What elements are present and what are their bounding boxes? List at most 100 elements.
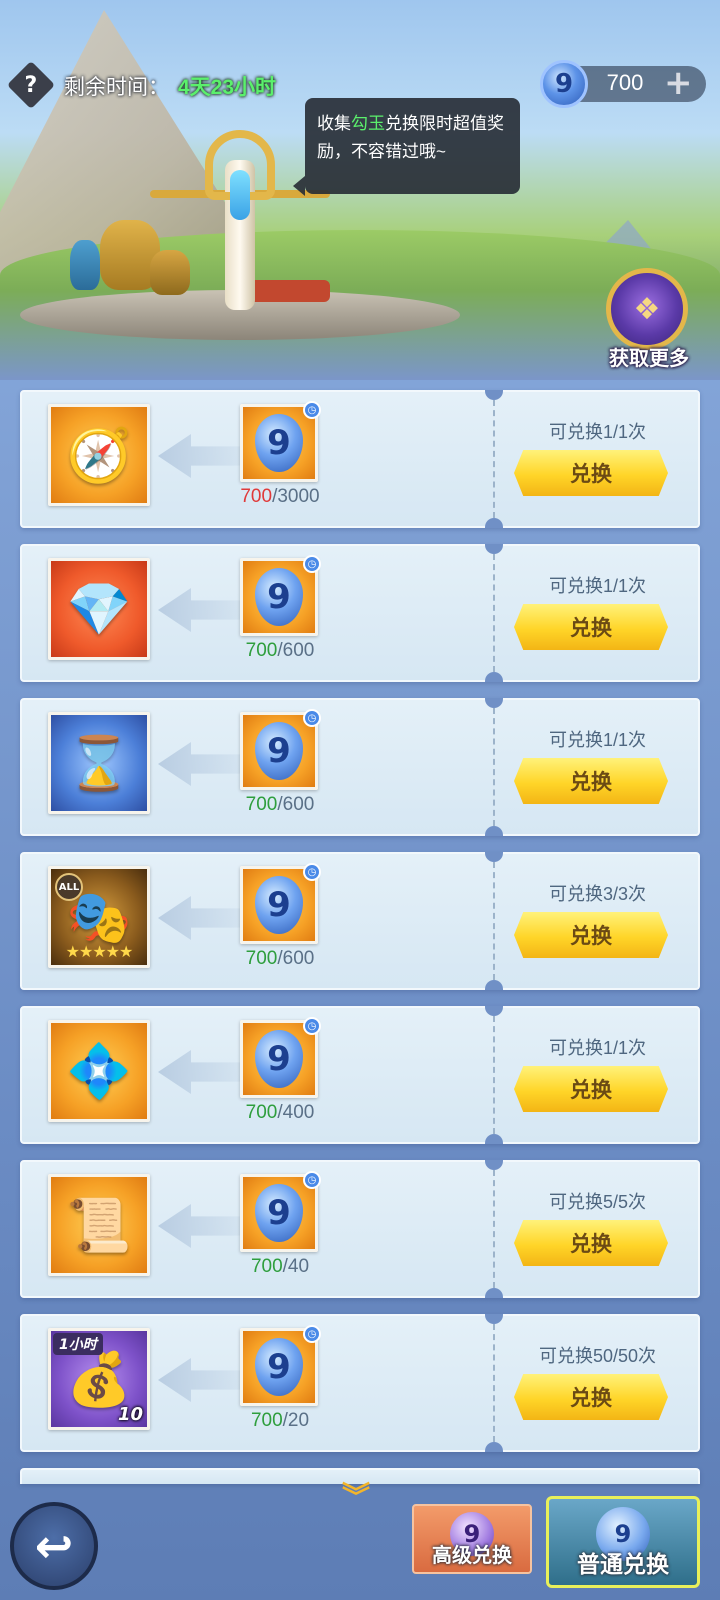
ticket-notch [485,1006,503,1016]
cost-item[interactable]: 9 ◷ [240,709,321,790]
exchange-limit: 可兑换1/1次 [548,422,647,442]
ticket-notch [485,826,503,836]
exchange-button[interactable]: 兑换 [514,758,668,804]
hourglass-icon: ⌛ [66,733,132,794]
ticket-notch [485,518,503,528]
reward-item[interactable]: ⌛ [48,712,150,814]
cost-progress: 700/20 [250,1410,310,1431]
exchange-list[interactable]: 🧭 9 ◷ 700/3000 可兑换1/1次 兑换 💎 9 ◷ 700/600 … [20,390,700,1484]
owned-amount: 700 [250,1410,283,1431]
star-rating: ★★★★★ [65,942,134,961]
reward-item[interactable]: 💰 1小时 10 [48,1328,150,1430]
owned-amount: 700 [245,948,278,969]
exchange-button[interactable]: 兑换 [514,912,668,958]
reward-item[interactable]: 💠 [48,1020,150,1122]
clock-icon: ◷ [303,709,321,727]
ticket-notch [485,390,503,400]
magatama-icon: 9 [255,568,303,626]
tooltip-prefix: 收集 [317,114,351,133]
clock-icon: ◷ [303,1171,321,1189]
magatama-icon: 9 [255,876,303,934]
vase-illustration [70,240,100,290]
exchange-button[interactable]: 兑换 [514,1374,668,1420]
owned-amount: 700 [240,486,273,507]
exchange-row: 📜 9 ◷ 700/40 可兑换5/5次 兑换 [20,1160,700,1298]
exchange-button[interactable]: 兑换 [514,1066,668,1112]
magatama-icon: 9 [540,60,588,108]
cost-progress: 700/3000 [240,486,320,507]
required-amount: 600 [282,948,315,969]
ticket-notch [485,1442,503,1452]
ticket-notch [485,1314,503,1324]
ticket-notch [485,1134,503,1144]
cost-item[interactable]: 9 ◷ [240,401,321,482]
blue-crystal-icon: 💎 [66,579,132,640]
tab-label: 普通兑换 [577,1551,669,1577]
cost-item[interactable]: 9 ◷ [240,1017,321,1098]
exchange-limit: 可兑换5/5次 [548,1192,647,1212]
exchange-row: ⌛ 9 ◷ 700/600 可兑换1/1次 兑换 [20,698,700,836]
exchange-row: 💰 1小时 10 9 ◷ 700/20 可兑换50/50次 兑换 [20,1314,700,1452]
get-more-label: 获取更多 [609,348,689,370]
winged-gem-icon: 💠 [66,1041,132,1102]
cost-progress: 700/600 [245,794,315,815]
cost-progress: 700/600 [245,948,315,969]
clock-icon: ◷ [303,1017,321,1035]
reward-item[interactable]: 🎭 ALL ★★★★★ [48,866,150,968]
golden-compass-amulet-icon: 🧭 [66,425,132,486]
clock-icon: ◷ [303,863,321,881]
reward-item[interactable]: 💎 [48,558,150,660]
info-tooltip: 收集勾玉兑换限时超值奖励，不容错过哦~ [293,98,520,196]
cost-item[interactable]: 9 ◷ [240,1325,321,1406]
duration-badge: 1小时 [53,1333,103,1355]
exchange-button[interactable]: 兑换 [514,1220,668,1266]
currency-amount: 700 [606,70,644,95]
clock-icon: ◷ [303,1325,321,1343]
question-icon: ? [24,72,38,98]
cost-progress: 700/40 [250,1256,310,1277]
ticket-notch [485,980,503,990]
required-amount: 3000 [277,486,320,507]
tab-label: 高级兑换 [432,1545,512,1567]
exchange-limit: 可兑换50/50次 [538,1346,657,1366]
reward-item[interactable]: 📜 [48,1174,150,1276]
exchange-button[interactable]: 兑换 [514,604,668,650]
add-currency-button[interactable]: + [664,64,693,102]
magatama-icon: 9 [255,414,303,472]
cost-item[interactable]: 9 ◷ [240,1171,321,1252]
gold-pouch-icon: 💰 [66,1349,132,1410]
cost-item[interactable]: 9 ◷ [240,863,321,944]
tab-normal-exchange[interactable]: 9 普通兑换 [546,1496,700,1588]
remaining-time-value: 4天23小时 [178,76,277,99]
ticket-notch [485,1288,503,1298]
exchange-limit: 可兑换3/3次 [548,884,647,904]
exchange-limit: 可兑换1/1次 [548,730,647,750]
item-quantity: 10 [117,1404,143,1425]
exchange-limit: 可兑换1/1次 [548,1038,647,1058]
exchange-button[interactable]: 兑换 [514,450,668,496]
exchange-row: 🧭 9 ◷ 700/3000 可兑换1/1次 兑换 [20,390,700,528]
magatama-icon: 9 [255,1338,303,1396]
lotus-emblem-icon: ❖ [633,292,661,326]
cost-progress: 700/400 [245,1102,315,1123]
golden-scale-illustration [150,130,330,310]
chevron-down-icon: ︾ [341,1480,370,1513]
clock-icon: ◷ [303,555,321,573]
tab-advanced-exchange[interactable]: 9 高级兑换 [412,1504,532,1574]
required-amount: 600 [282,640,315,661]
required-amount: 20 [287,1410,310,1431]
get-more-button[interactable]: ❖ [606,268,688,350]
exchange-row: 💠 9 ◷ 700/400 可兑换1/1次 兑换 [20,1006,700,1144]
owned-amount: 700 [250,1256,283,1277]
exchange-row: 🎭 ALL ★★★★★ 9 ◷ 700/600 可兑换3/3次 兑换 [20,852,700,990]
cost-item[interactable]: 9 ◷ [240,555,321,636]
back-button[interactable]: ↩ [10,1502,98,1590]
back-arrow-icon: ↩ [34,1519,74,1573]
exchange-limit: 可兑换1/1次 [548,576,647,596]
reward-item[interactable]: 🧭 [48,404,150,506]
cost-progress: 700/600 [245,640,315,661]
magatama-icon: 9 [255,722,303,780]
remaining-time-label: 剩余时间： [64,76,169,99]
ticket-notch [485,852,503,862]
magatama-icon: 9 [255,1184,303,1242]
